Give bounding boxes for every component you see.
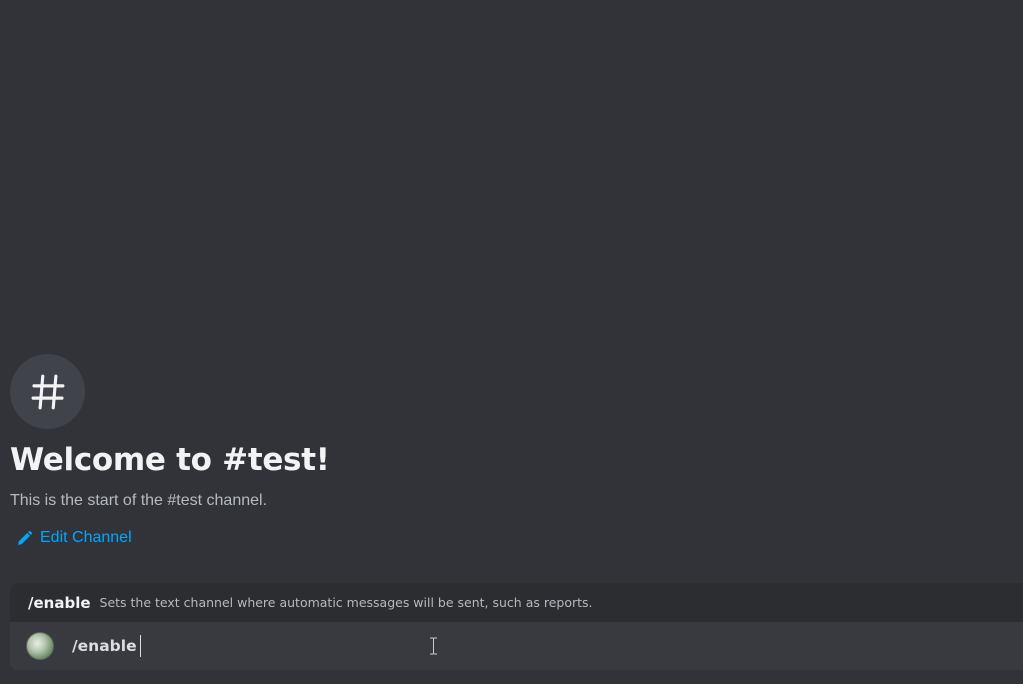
hash-icon: [31, 374, 64, 409]
ibeam-cursor-icon: [430, 637, 437, 655]
message-input[interactable]: /enable: [10, 622, 1023, 670]
command-autocomplete-item[interactable]: /enable Sets the text channel where auto…: [10, 583, 1023, 622]
chat-area: Welcome to #test! This is the start of t…: [0, 0, 1023, 684]
command-description: Sets the text channel where automatic me…: [99, 595, 593, 610]
welcome-title: Welcome to #test!: [10, 442, 330, 478]
channel-hash-icon: [10, 354, 85, 429]
app-avatar: [26, 632, 54, 660]
edit-channel-label: Edit Channel: [40, 529, 132, 546]
command-name: /enable: [28, 593, 91, 612]
message-input-text[interactable]: /enable: [72, 635, 141, 657]
welcome-subtitle: This is the start of the #test channel.: [10, 492, 268, 509]
input-value: /enable: [72, 637, 137, 655]
edit-channel-link[interactable]: Edit Channel: [16, 528, 132, 548]
text-caret: [139, 635, 141, 657]
pencil-icon: [18, 530, 33, 545]
